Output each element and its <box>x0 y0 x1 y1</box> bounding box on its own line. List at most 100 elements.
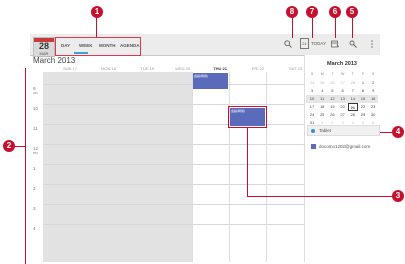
mini-calendar-day[interactable]: 2 <box>368 79 378 87</box>
tab-agenda[interactable]: AGENDA <box>120 43 140 48</box>
day-column-sun[interactable] <box>43 72 81 262</box>
callout-badge: 4 <box>392 126 404 138</box>
mini-calendar-day[interactable]: 25 <box>317 79 327 87</box>
mini-calendar-day[interactable]: 23 <box>368 103 378 111</box>
day-column-mon[interactable] <box>80 72 119 262</box>
mini-calendar-day[interactable]: 10 <box>307 95 317 103</box>
day-column-tue[interactable] <box>118 72 156 262</box>
day-column-fri[interactable] <box>229 72 267 262</box>
mini-calendar-day[interactable]: 16 <box>368 95 378 103</box>
mini-calendar-day[interactable]: 28 <box>348 79 358 87</box>
hour-label-12: 12 PM <box>33 146 39 155</box>
day-header-fri[interactable]: FRI 22 <box>238 66 264 71</box>
tab-day[interactable]: DAY <box>61 43 70 48</box>
mini-calendar-day[interactable]: 9 <box>368 87 378 95</box>
day-header-thu[interactable]: THU 21 <box>201 66 227 71</box>
mini-calendar-day[interactable]: 6 <box>338 87 348 95</box>
active-tab-indicator <box>74 52 88 54</box>
callout-line <box>335 18 336 38</box>
mini-calendar-day[interactable]: 24 <box>307 79 317 87</box>
day-header-mon[interactable]: MON 18 <box>90 66 116 71</box>
today-icon[interactable]: 21 <box>300 38 309 49</box>
hour-label-3: 3 <box>33 206 36 211</box>
hour-divider <box>43 204 304 205</box>
mini-calendar-day[interactable]: 8 <box>358 87 368 95</box>
tab-month[interactable]: MONTH <box>99 43 116 48</box>
mini-calendar-day[interactable]: 7 <box>348 87 358 95</box>
mini-calendar-day[interactable]: 25 <box>317 111 327 119</box>
day-column-wed[interactable] <box>155 72 193 262</box>
mini-calendar-day[interactable]: 14 <box>348 95 358 103</box>
callout-line <box>312 18 313 38</box>
hour-divider <box>43 224 304 225</box>
mini-calendar-day[interactable]: 17 <box>307 103 317 111</box>
hour-divider <box>43 104 304 105</box>
day-column-thu[interactable] <box>192 72 230 262</box>
mini-calendar-weekday: M <box>320 72 324 76</box>
callout-badge: 6 <box>329 6 341 18</box>
hour-divider <box>43 84 304 85</box>
mini-calendar-day[interactable]: 4 <box>317 87 327 95</box>
callout-badge: 5 <box>346 6 358 18</box>
mini-calendar-day[interactable]: 27 <box>338 79 348 87</box>
mini-calendar-weekday: W <box>340 72 345 76</box>
mini-calendar-day[interactable]: 18 <box>317 103 327 111</box>
mini-calendar-day[interactable]: 22 <box>358 103 368 111</box>
more-options-icon[interactable] <box>370 39 374 49</box>
calendar-list-item-tablet[interactable] <box>307 125 380 136</box>
callout-badge: 3 <box>392 190 404 202</box>
day-header-sat[interactable]: SAT 23 <box>276 66 302 71</box>
mini-calendar-day[interactable]: 5 <box>327 87 337 95</box>
hour-label-2: 2 <box>33 186 36 191</box>
mini-calendar-weekday: F <box>361 72 365 76</box>
callout-line <box>96 18 97 37</box>
day-column-sat[interactable] <box>266 72 305 262</box>
mini-calendar-day[interactable]: 15 <box>358 95 368 103</box>
callout-line <box>247 127 248 196</box>
calendar-color-dot <box>311 129 315 133</box>
month-title: March 2013 <box>33 56 76 65</box>
event-block[interactable]: 会議(時間) <box>193 73 228 89</box>
day-header-sun[interactable]: SUN 17 <box>51 66 77 71</box>
date-button[interactable]: 28 MAR <box>33 37 55 57</box>
mini-calendar-today[interactable]: 21 <box>347 103 358 111</box>
callout-line <box>352 18 353 38</box>
mini-calendar-day[interactable]: 27 <box>338 111 348 119</box>
calendar-add-icon[interactable] <box>331 40 339 48</box>
date-button-day: 28 <box>38 41 49 51</box>
calendar-color-square <box>311 144 316 149</box>
mini-calendar-day[interactable]: 12 <box>327 95 337 103</box>
search-icon[interactable] <box>284 40 292 48</box>
mini-calendar-weekday: S <box>372 72 375 76</box>
mini-calendar-day[interactable]: 28 <box>348 111 358 119</box>
callout-line <box>292 18 293 38</box>
mini-calendar-day[interactable]: 24 <box>307 111 317 119</box>
mini-calendar-day[interactable]: 13 <box>338 95 348 103</box>
calendar-name-account[interactable]: docomo1202@gmail.com <box>319 144 370 149</box>
callout-badge: 2 <box>3 140 15 152</box>
mini-calendar-day[interactable]: 3 <box>307 87 317 95</box>
mini-calendar-weekday: T <box>351 72 354 76</box>
mini-calendar-day[interactable]: 26 <box>327 111 337 119</box>
view-tabs: DAY WEEK MONTH AGENDA <box>55 37 141 56</box>
event-block-selected[interactable]: 会議(時間) <box>228 106 267 128</box>
mini-calendar-day[interactable]: 20 <box>338 103 348 111</box>
mini-calendar-day[interactable]: 29 <box>358 111 368 119</box>
day-header-tue[interactable]: TUE 19 <box>128 66 154 71</box>
calendar-name-tablet: Tablet <box>319 128 332 133</box>
mini-calendar-day[interactable]: 1 <box>358 79 368 87</box>
hour-divider <box>43 164 304 165</box>
mini-calendar-day[interactable]: 26 <box>327 79 337 87</box>
tab-week[interactable]: WEEK <box>79 43 93 48</box>
mini-calendar-day[interactable]: 30 <box>368 111 378 119</box>
hour-label-1: 1 <box>33 166 36 171</box>
day-header-wed[interactable]: WED 20 <box>164 66 190 71</box>
settings-icon[interactable] <box>349 40 357 48</box>
mini-calendar-day[interactable]: 11 <box>317 95 327 103</box>
hour-label-9: 9 AM <box>33 86 38 95</box>
callout-line <box>247 196 392 197</box>
today-button-label[interactable]: TODAY <box>311 41 326 46</box>
callout-line <box>15 146 25 147</box>
mini-calendar-weekday: T <box>331 72 334 76</box>
mini-calendar-day[interactable]: 19 <box>327 103 337 111</box>
